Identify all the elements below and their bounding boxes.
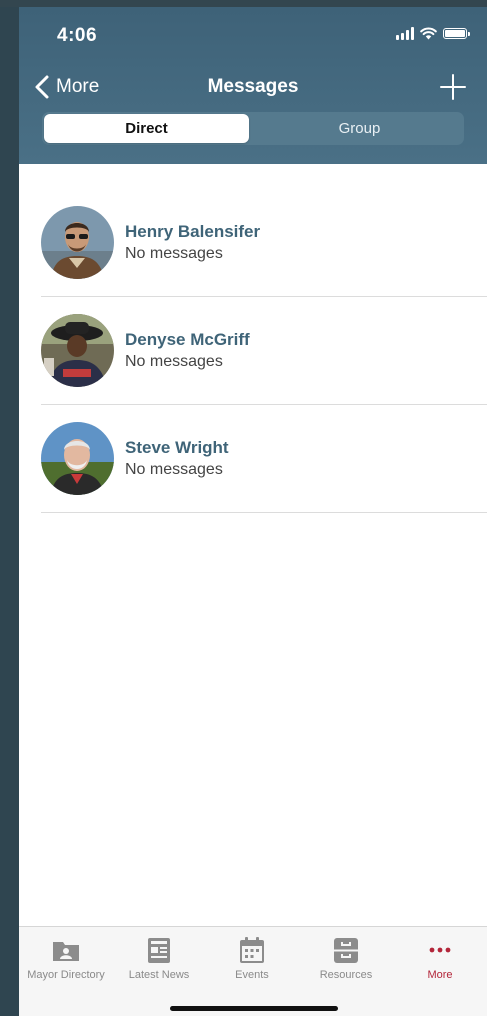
contact-status: No messages (125, 461, 223, 478)
contact-list: Henry Balensifer No messages Denyse McGr… (41, 189, 487, 513)
newspaper-icon (148, 938, 170, 963)
tab-label: Mayor Directory (27, 969, 105, 981)
tab-label: Latest News (128, 969, 190, 981)
contact-name: Steve Wright (125, 438, 229, 457)
contact-row-denyse[interactable]: Denyse McGriff No messages (41, 297, 487, 405)
file-cabinet-icon (334, 938, 358, 963)
avatar (41, 206, 114, 279)
calendar-icon (240, 937, 264, 963)
page-title: Messages (207, 76, 299, 97)
contact-status: No messages (125, 245, 223, 262)
avatar (41, 314, 114, 387)
tab-label: Events (235, 969, 269, 981)
folder-user-icon (53, 942, 79, 961)
header: 4:06 More Messages Direct Group (19, 7, 487, 164)
avatar (41, 422, 114, 495)
tab-more[interactable]: More (393, 927, 487, 991)
tab-latest-news[interactable]: Latest News (112, 927, 206, 991)
tab-events[interactable]: Events (205, 927, 299, 991)
tab-resources[interactable]: Resources (299, 927, 393, 991)
cellular-signal-icon (396, 27, 414, 40)
more-dots-icon (429, 947, 451, 953)
tab-group[interactable]: Group (257, 114, 462, 143)
tab-label: Resources (319, 969, 373, 981)
phone-screen: 4:06 More Messages Direct Group Henry Ba… (19, 7, 487, 1016)
contact-status: No messages (125, 353, 223, 370)
status-time: 4:06 (57, 25, 98, 46)
status-icons (396, 27, 470, 40)
tab-label: More (427, 969, 453, 981)
segmented-control: Direct Group (42, 112, 464, 145)
contact-name: Henry Balensifer (125, 222, 261, 241)
home-indicator (170, 1006, 338, 1011)
contact-row-steve[interactable]: Steve Wright No messages (41, 405, 487, 513)
add-icon[interactable] (439, 73, 467, 101)
wifi-icon (420, 27, 437, 40)
tab-bar: Mayor Directory Latest News Events Resou… (19, 926, 487, 1016)
tab-mayor-directory[interactable]: Mayor Directory (19, 927, 113, 991)
top-frame (0, 0, 487, 7)
contact-row-henry[interactable]: Henry Balensifer No messages (41, 189, 487, 297)
contact-name: Denyse McGriff (125, 330, 250, 349)
tab-direct[interactable]: Direct (44, 114, 249, 143)
battery-icon (443, 28, 470, 39)
